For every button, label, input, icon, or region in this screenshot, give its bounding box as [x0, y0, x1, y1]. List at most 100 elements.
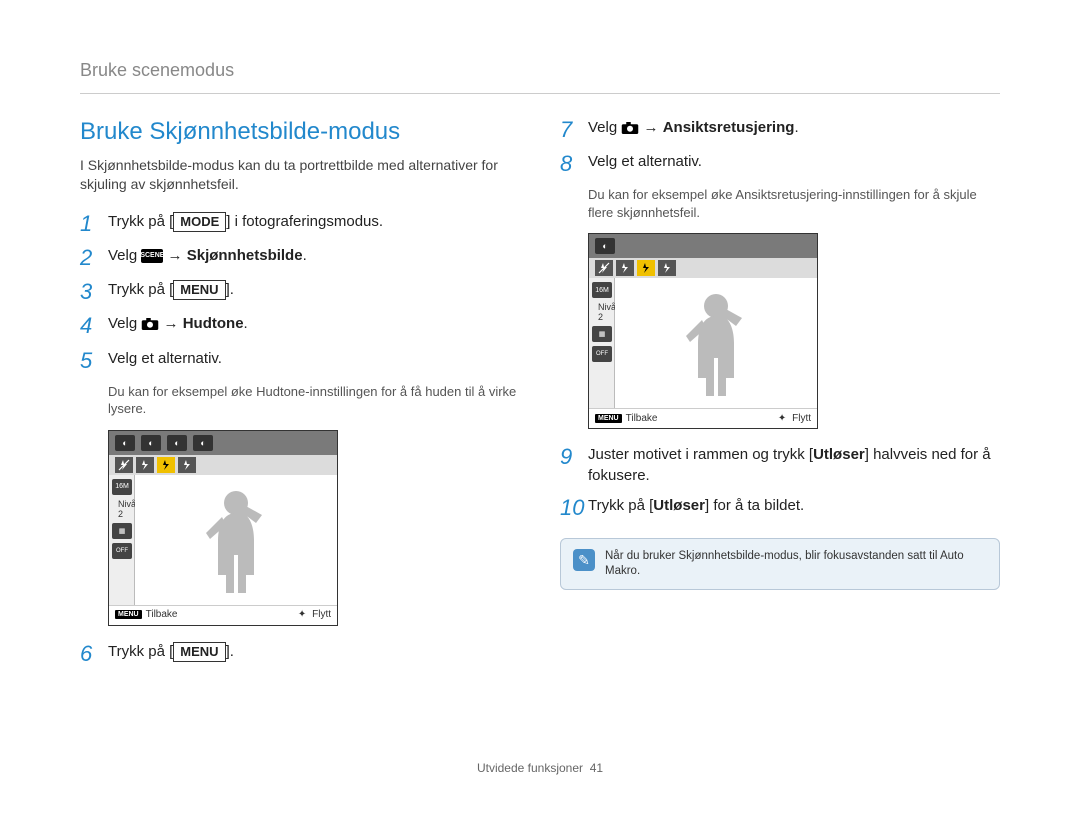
lcd-main: [135, 475, 337, 605]
level-3-icon: [658, 260, 676, 276]
menu-button-label: MENU: [173, 642, 225, 662]
steps-left: 1 Trykk på [MODE] i fotograferingsmodus.…: [80, 212, 520, 373]
step-number: 8: [560, 152, 588, 176]
lcd-level-row: [589, 258, 817, 278]
lcd-body: 16M Nivå 2 ▦ OFF: [589, 278, 817, 408]
step-text: Trykk på [MODE] i fotograferingsmodus.: [108, 212, 383, 232]
scene-icon: SCENE: [141, 249, 163, 263]
step-2: 2 Velg SCENE → Skjønnhetsbilde.: [80, 246, 520, 270]
flash-off-icon: [115, 457, 133, 473]
step-8-sub: Du kan for eksempel øke Ansiktsretusjeri…: [588, 186, 1000, 221]
step-text-line: Velg et alternativ.: [588, 153, 702, 170]
steps-right-cont: 9 Juster motivet i rammen og trykk [Utlø…: [560, 445, 1000, 520]
step-5-sub: Du kan for eksempel øke Hudtone-innstill…: [108, 383, 520, 418]
level-1-icon: [136, 457, 154, 473]
two-column-layout: Bruke Skjønnhetsbilde-modus I Skjønnhets…: [80, 118, 1000, 676]
menu-pill: MENU: [115, 610, 142, 619]
lcd-top-icons: ◐: [589, 234, 817, 258]
size-badge: 16M: [592, 282, 612, 298]
step-number: 5: [80, 349, 108, 373]
note-icon: ✎: [573, 549, 595, 571]
step-1: 1 Trykk på [MODE] i fotograferingsmodus.: [80, 212, 520, 236]
level-2-icon: [637, 260, 655, 276]
step-text: Velg et alternativ.: [588, 152, 702, 172]
level-icons: [595, 260, 676, 276]
note-text: Når du bruker Skjønnhetsbilde-modus, bli…: [605, 549, 987, 579]
step-number: 2: [80, 246, 108, 270]
mode-icon: ◐: [141, 435, 161, 451]
move-label: ✦ Flytt: [776, 412, 811, 424]
footer-label: Utvidede funksjoner: [477, 761, 583, 775]
camera-icon: [621, 121, 639, 135]
lcd-body: 16M Nivå 2 ▦ OFF: [109, 475, 337, 605]
flash-off-icon: [595, 260, 613, 276]
menu-button-label: MENU: [173, 280, 225, 300]
move-label: ✦ Flytt: [296, 609, 331, 621]
step-10: 10 Trykk på [Utløser] for å ta bildet.: [560, 496, 1000, 520]
grid-icon: ▦: [112, 523, 132, 539]
mode-icon: ◐: [115, 435, 135, 451]
step-number: 1: [80, 212, 108, 236]
stabilizer-off-icon: OFF: [112, 543, 132, 559]
step-6: 6 Trykk på [MENU].: [80, 642, 520, 666]
step-8: 8 Velg et alternativ.: [560, 152, 1000, 176]
lcd-level-row: [109, 455, 337, 475]
lcd-main: [615, 278, 817, 408]
right-column: 7 Velg → Ansiktsretusjering. 8 Velg et a…: [560, 118, 1000, 676]
level-2-icon: [157, 457, 175, 473]
level-label: Nivå 2: [112, 499, 131, 519]
lcd-sidebar: 16M Nivå 2 ▦ OFF: [589, 278, 615, 408]
left-column: Bruke Skjønnhetsbilde-modus I Skjønnhets…: [80, 118, 520, 676]
camera-lcd-preview-2: ◐ 16M Nivå 2 ▦ OFF: [588, 233, 818, 429]
level-icons: [115, 457, 196, 473]
menu-pill: MENU: [595, 414, 622, 423]
steps-left-cont: 6 Trykk på [MENU].: [80, 642, 520, 666]
step-9: 9 Juster motivet i rammen og trykk [Utlø…: [560, 445, 1000, 486]
lcd-sidebar: 16M Nivå 2 ▦ OFF: [109, 475, 135, 605]
steps-right: 7 Velg → Ansiktsretusjering. 8 Velg et a…: [560, 118, 1000, 176]
mode-icon: ◐: [595, 238, 615, 254]
step-number: 6: [80, 642, 108, 666]
lcd-bottom: MENU Tilbake ✦ Flytt: [589, 408, 817, 428]
step-number: 7: [560, 118, 588, 142]
lcd-top-icons: ◐ ◐ ◐ ◐: [109, 431, 337, 455]
step-text: Velg et alternativ.: [108, 349, 222, 369]
person-silhouette: [676, 288, 756, 398]
level-label: Nivå 2: [592, 302, 611, 322]
step-text: Velg → Ansiktsretusjering.: [588, 118, 799, 138]
step-text: Trykk på [MENU].: [108, 280, 234, 300]
step-number: 4: [80, 314, 108, 338]
divider: [80, 93, 1000, 94]
breadcrumb: Bruke scenemodus: [80, 60, 1000, 85]
step-number: 9: [560, 445, 588, 469]
nav-diamond-icon: ✦: [776, 412, 788, 424]
lcd-bottom: MENU Tilbake ✦ Flytt: [109, 605, 337, 625]
level-1-icon: [616, 260, 634, 276]
step-number: 3: [80, 280, 108, 304]
step-4: 4 Velg → Hudtone.: [80, 314, 520, 338]
grid-icon: ▦: [592, 326, 612, 342]
back-label: MENU Tilbake: [115, 609, 178, 620]
camera-icon: [141, 317, 159, 331]
intro-text: I Skjønnhetsbilde-modus kan du ta portre…: [80, 156, 520, 194]
step-text: Velg SCENE → Skjønnhetsbilde.: [108, 246, 307, 266]
size-badge: 16M: [112, 479, 132, 495]
mode-icon: ◐: [193, 435, 213, 451]
step-text: Trykk på [Utløser] for å ta bildet.: [588, 496, 804, 516]
step-number: 10: [560, 496, 588, 520]
mode-button-label: MODE: [173, 212, 226, 232]
step-text: Trykk på [MENU].: [108, 642, 234, 662]
step-text-line: Velg et alternativ.: [108, 350, 222, 367]
footer: Utvidede funksjoner 41: [0, 761, 1080, 775]
level-3-icon: [178, 457, 196, 473]
step-7: 7 Velg → Ansiktsretusjering.: [560, 118, 1000, 142]
page-number: 41: [590, 761, 603, 775]
step-text: Velg → Hudtone.: [108, 314, 248, 334]
person-silhouette: [196, 485, 276, 595]
step-3: 3 Trykk på [MENU].: [80, 280, 520, 304]
camera-lcd-preview: ◐ ◐ ◐ ◐ 16M Nivå 2 ▦ OFF: [108, 430, 338, 626]
nav-diamond-icon: ✦: [296, 609, 308, 621]
step-5: 5 Velg et alternativ.: [80, 349, 520, 373]
step-text: Juster motivet i rammen og trykk [Utløse…: [588, 445, 1000, 486]
back-label: MENU Tilbake: [595, 413, 658, 424]
